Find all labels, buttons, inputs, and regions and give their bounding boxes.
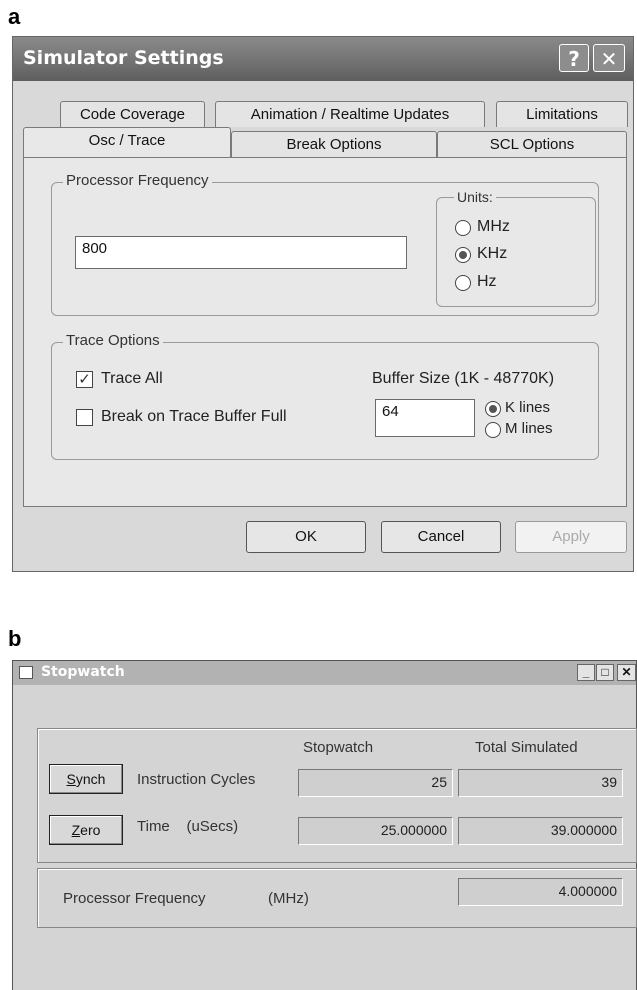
ok-button[interactable]: OK <box>246 521 366 553</box>
radio-m-lines-label: M lines <box>505 420 553 437</box>
maximize-button[interactable]: □ <box>596 664 614 681</box>
processor-frequency-legend: Processor Frequency <box>63 172 212 189</box>
processor-frequency-label: Processor Frequency <box>63 890 206 907</box>
buffer-size-input[interactable]: 64 <box>375 399 475 437</box>
synch-hotkey: S <box>66 771 76 787</box>
tab-osc-trace[interactable]: Osc / Trace <box>23 127 231 157</box>
instruction-cycles-label: Instruction Cycles <box>137 771 256 788</box>
zero-hotkey: Z <box>71 822 81 838</box>
radio-khz[interactable] <box>455 247 471 263</box>
zero-button[interactable]: Zero <box>49 815 123 845</box>
time-label: Time (uSecs) <box>137 818 239 835</box>
break-on-full-label: Break on Trace Buffer Full <box>101 408 287 425</box>
synch-button[interactable]: Synch <box>49 764 123 794</box>
total-cycles-field: 39 <box>458 769 623 797</box>
stopwatch-time-field: 25.000000 <box>298 817 453 845</box>
simulator-settings-dialog: Simulator Settings ? ✕ Code Coverage Ani… <box>12 36 634 572</box>
tab-code-coverage[interactable]: Code Coverage <box>60 101 205 127</box>
buffer-size-label: Buffer Size (1K - 48770K) <box>372 370 555 387</box>
tab-break-options[interactable]: Break Options <box>231 131 437 157</box>
synch-label: ynch <box>75 771 106 787</box>
tab-limitations[interactable]: Limitations <box>496 101 628 127</box>
trace-all-label: Trace All <box>101 370 163 387</box>
trace-options-legend: Trace Options <box>63 332 163 349</box>
dialog-title: Simulator Settings <box>23 47 224 69</box>
zero-label: ero <box>80 822 101 838</box>
tab-scl-options[interactable]: SCL Options <box>437 131 627 157</box>
trace-all-checkbox[interactable]: ✓ <box>76 371 93 388</box>
units-legend: Units: <box>454 189 496 205</box>
radio-m-lines[interactable] <box>485 422 501 438</box>
radio-hz-label: Hz <box>477 273 497 290</box>
cancel-button[interactable]: Cancel <box>381 521 501 553</box>
panel-b-label: b <box>8 626 22 651</box>
close-button[interactable]: ✕ <box>617 664 636 681</box>
radio-mhz[interactable] <box>455 220 471 236</box>
total-time-field: 39.000000 <box>458 817 623 845</box>
panel-a-label: a <box>8 4 21 29</box>
window-icon <box>19 666 33 679</box>
tab-animation-realtime[interactable]: Animation / Realtime Updates <box>215 101 485 127</box>
processor-frequency-field: 4.000000 <box>458 878 623 906</box>
frequency-input[interactable]: 800 <box>75 236 407 269</box>
processor-frequency-units: (MHz) <box>268 890 309 907</box>
close-button[interactable]: ✕ <box>593 44 625 72</box>
total-simulated-header: Total Simulated <box>475 739 578 756</box>
window-title: Stopwatch <box>41 664 125 680</box>
help-button[interactable]: ? <box>559 44 589 72</box>
radio-hz[interactable] <box>455 275 471 291</box>
radio-k-lines-label: K lines <box>505 399 551 416</box>
stopwatch-cycles-field: 25 <box>298 769 453 797</box>
break-on-full-checkbox[interactable] <box>76 409 93 426</box>
minimize-button[interactable]: _ <box>577 664 595 681</box>
radio-khz-label: KHz <box>477 245 508 262</box>
stopwatch-window: Stopwatch _ □ ✕ Stopwatch Total Simulate… <box>12 660 637 990</box>
radio-mhz-label: MHz <box>477 218 510 235</box>
apply-button[interactable]: Apply <box>515 521 627 553</box>
radio-k-lines[interactable] <box>485 401 501 417</box>
stopwatch-header: Stopwatch <box>303 739 374 756</box>
